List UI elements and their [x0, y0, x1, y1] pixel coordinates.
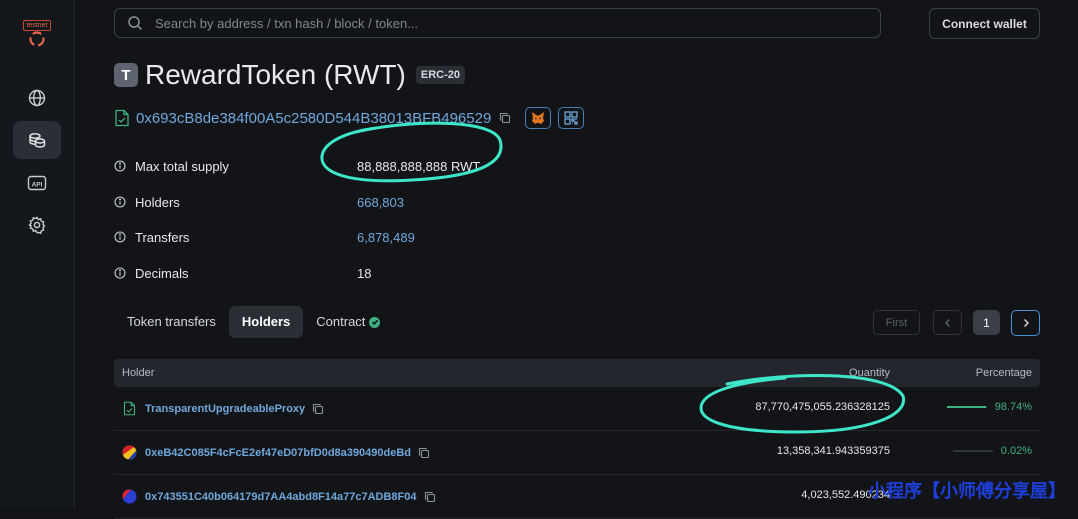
address-row: 0x693cB8de384f00A5c2580D544B38013BFB4965… [114, 104, 585, 132]
qr-code-button[interactable] [558, 107, 585, 129]
first-page-button[interactable]: First [873, 310, 920, 335]
info-icon[interactable] [114, 267, 126, 279]
token-header: T RewardToken (RWT) ERC-20 [114, 58, 465, 92]
info-label: Max total supply [135, 158, 229, 174]
contract-icon [114, 109, 130, 127]
identicon-icon [122, 489, 137, 504]
copy-icon[interactable] [312, 403, 324, 415]
info-max-supply: Max total supply 88,888,888,888 RWT [114, 156, 480, 176]
token-standard-badge: ERC-20 [415, 66, 465, 84]
table-header: Holder Quantity Percentage [114, 359, 1040, 387]
tab-holders[interactable]: Holders [228, 306, 304, 338]
info-label: Holders [135, 194, 180, 210]
prev-page-button[interactable] [933, 310, 962, 335]
holder-link[interactable]: TransparentUpgradeableProxy [145, 403, 305, 415]
api-icon: API [27, 175, 47, 191]
info-icon[interactable] [114, 196, 126, 208]
token-address-link[interactable]: 0x693cB8de384f00A5c2580D544B38013BFB4965… [136, 110, 491, 127]
search-input[interactable] [153, 14, 837, 32]
identicon-icon [122, 445, 137, 460]
tab-bar: Token transfers Holders Contract [114, 306, 393, 338]
chevron-right-icon [1023, 319, 1029, 327]
tab-token-transfers[interactable]: Token transfers [114, 306, 229, 338]
current-page[interactable]: 1 [973, 310, 1000, 335]
copy-icon[interactable] [418, 447, 430, 459]
chevron-left-icon [944, 318, 950, 327]
gear-icon [28, 216, 46, 235]
table-row: 0xeB42C085F4cFcE2ef47eD07bfD0d8a390490de… [114, 431, 1040, 475]
metamask-fox-icon [532, 112, 545, 124]
globe-icon [28, 89, 46, 107]
info-icon[interactable] [114, 160, 126, 172]
holder-link[interactable]: 0xeB42C085F4cFcE2ef47eD07bfD0d8a390490de… [145, 447, 411, 459]
watermark: 小程序【小师傅分享屋】 [868, 481, 1066, 502]
table-row: TransparentUpgradeableProxy 87,770,475,0… [114, 387, 1040, 431]
info-label: Transfers [135, 229, 190, 245]
holder-percentage: 98.74% [994, 401, 1032, 413]
search-bar[interactable] [114, 8, 881, 38]
info-holders: Holders 668,803 [114, 192, 404, 212]
logo[interactable]: testnet [22, 14, 52, 47]
svg-text:API: API [32, 181, 43, 188]
holder-quantity: 87,770,475,055.236328125 [755, 401, 890, 413]
info-decimals: Decimals 18 [114, 263, 371, 283]
tab-contract[interactable]: Contract [303, 306, 393, 338]
percentage-bar [946, 406, 987, 408]
nav-tokens[interactable] [13, 121, 61, 159]
holder-percentage: 0.02% [1000, 445, 1032, 457]
percentage-bar [952, 450, 993, 452]
decimals-value: 18 [357, 265, 372, 281]
contract-icon [122, 401, 137, 416]
add-to-metamask-button[interactable] [525, 107, 552, 129]
qr-code-icon [564, 111, 578, 125]
transfers-count-link[interactable]: 6,878,489 [357, 230, 415, 245]
holders-count-link[interactable]: 668,803 [357, 195, 404, 210]
verified-check-icon [369, 316, 381, 328]
nav-settings[interactable] [13, 206, 61, 244]
page-title: RewardToken (RWT) [145, 59, 406, 90]
logo-icon [29, 31, 45, 47]
column-header-percentage: Percentage [975, 367, 1032, 379]
info-label: Decimals [135, 265, 189, 281]
connect-wallet-button[interactable]: Connect wallet [929, 8, 1040, 39]
column-header-holder: Holder [122, 367, 155, 379]
holder-quantity: 13,358,341.943359375 [776, 445, 890, 457]
holder-link[interactable]: 0x743551C40b064179d7AA4abd8F14a77c7ADB8F… [145, 491, 417, 503]
sidebar: testnet API [0, 0, 75, 508]
next-page-button[interactable] [1011, 310, 1040, 336]
max-supply-value: 88,888,888,888 RWT [357, 158, 481, 174]
column-header-quantity: Quantity [849, 367, 890, 379]
tab-label: Contract [316, 314, 366, 329]
search-icon [128, 16, 143, 31]
token-avatar: T [114, 63, 138, 87]
info-icon[interactable] [114, 231, 126, 243]
nav-blockchain[interactable] [13, 79, 61, 117]
copy-icon[interactable] [499, 112, 511, 124]
info-transfers: Transfers 6,878,489 [114, 227, 415, 247]
nav-api[interactable]: API [13, 164, 61, 202]
coins-icon [29, 133, 46, 148]
copy-icon[interactable] [424, 491, 436, 503]
